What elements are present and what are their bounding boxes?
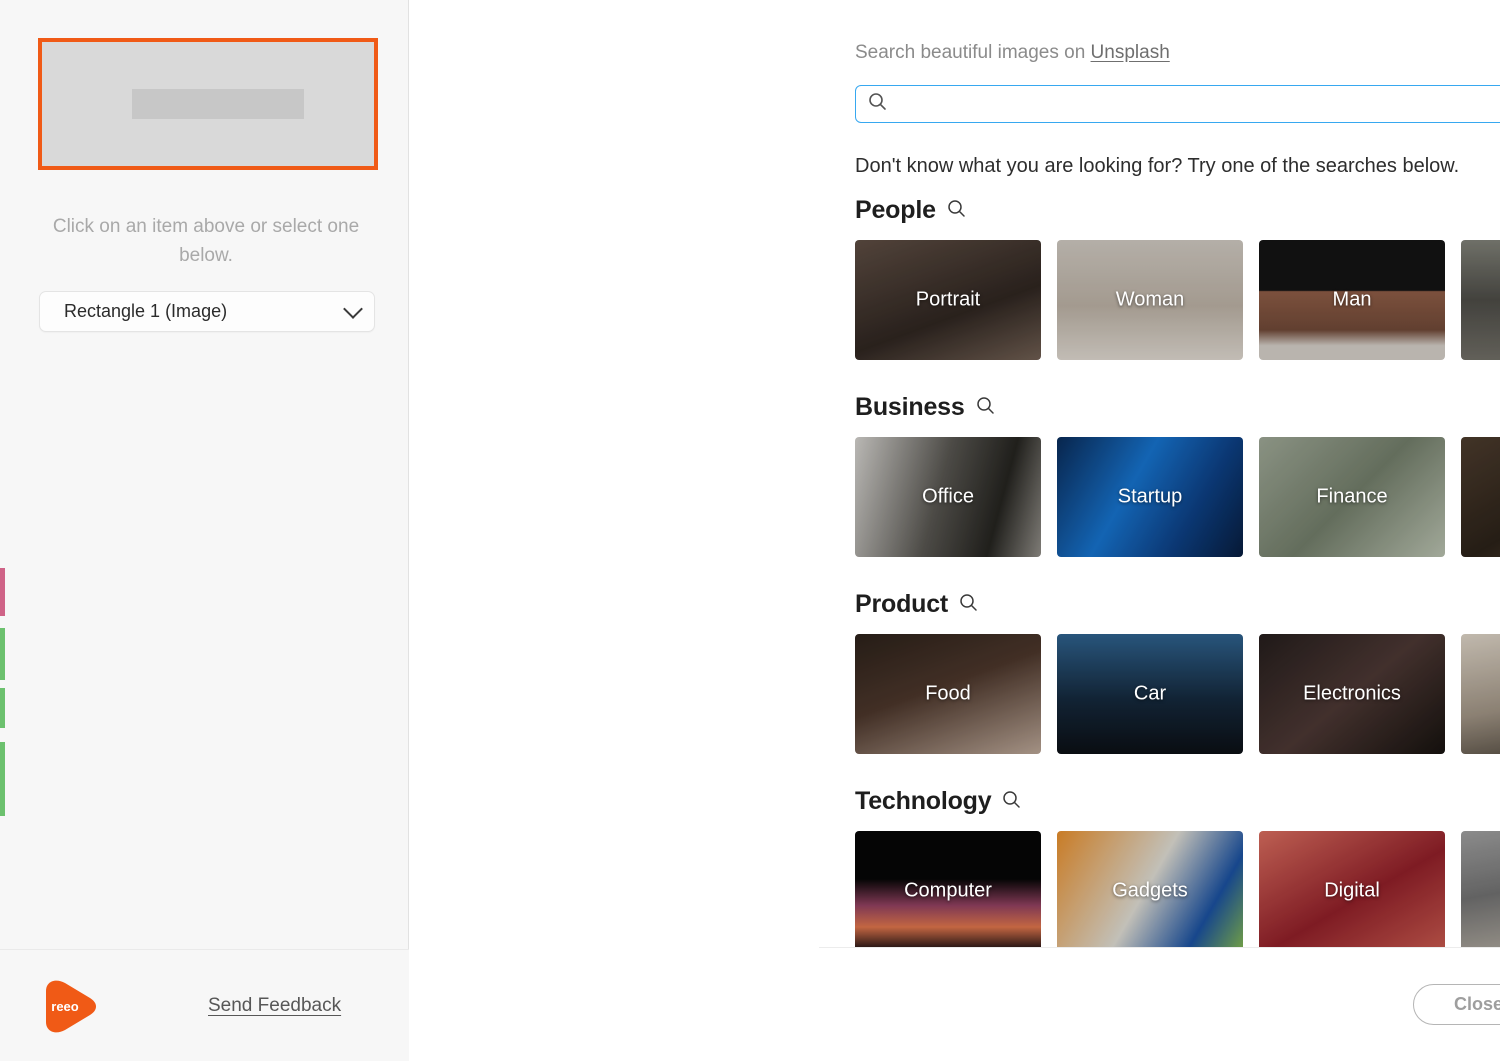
section-search-icon[interactable] <box>947 199 966 223</box>
selected-layer-preview[interactable] <box>38 38 378 170</box>
thumbnail-label: Portrait <box>855 289 1041 312</box>
category-thumbnail[interactable]: Car <box>1057 634 1243 754</box>
intro-prefix: Search beautiful images on <box>855 42 1091 63</box>
search-input[interactable] <box>896 94 1500 114</box>
canvas-edge-strip-green-1 <box>0 628 5 680</box>
category-thumbnail-row: FoodCarElectronicsClothingFun <box>855 634 1500 754</box>
category-thumbnail[interactable]: Man <box>1259 240 1445 360</box>
thumbnail-label: Woman <box>1057 289 1243 312</box>
dialog-footer: Close Shuffle Apply <box>819 947 1500 1061</box>
thumbnail-label: Office <box>855 486 1041 509</box>
search-field-wrapper[interactable] <box>855 85 1500 123</box>
thumbnail-label: Man <box>1259 289 1445 312</box>
category-thumbnail[interactable]: Food <box>855 634 1041 754</box>
search-icon <box>868 92 887 116</box>
thumbnail-label: Crowd <box>1461 289 1500 312</box>
category-thumbnail[interactable]: Woman <box>1057 240 1243 360</box>
thumbnail-label: Food <box>855 683 1041 706</box>
canvas-edge-strip-green-2 <box>0 688 5 728</box>
category-title: Technology <box>855 787 991 816</box>
chevron-down-icon <box>343 299 363 319</box>
layer-select-value: Rectangle 1 (Image) <box>64 301 346 322</box>
thumbnail-label: Finance <box>1259 486 1445 509</box>
send-feedback-link[interactable]: Send Feedback <box>208 995 341 1017</box>
thumbnail-label: Startup <box>1057 486 1243 509</box>
category-section: TechnologyComputerGadgetsDigitalAIGaming <box>855 787 1500 947</box>
category-scroll-area: PeoplePortraitWomanManCrowdKidsBusinessO… <box>819 196 1500 947</box>
category-section-header: People <box>855 196 1500 225</box>
sidebar-footer: reeo Send Feedback <box>0 949 409 1061</box>
thumbnail-label: Gadgets <box>1057 880 1243 903</box>
category-thumbnail[interactable]: Digital <box>1259 831 1445 947</box>
sections-container: PeoplePortraitWomanManCrowdKidsBusinessO… <box>819 196 1500 947</box>
category-thumbnail[interactable]: Office <box>855 437 1041 557</box>
canvas-edge-strip-pink <box>0 568 5 616</box>
category-thumbnail[interactable]: Computer <box>855 831 1041 947</box>
category-thumbnail[interactable]: Startup <box>1057 437 1243 557</box>
search-row: Search <box>855 84 1500 123</box>
category-thumbnail-row: PortraitWomanManCrowdKids <box>855 240 1500 360</box>
category-section: PeoplePortraitWomanManCrowdKids <box>855 196 1500 360</box>
category-section-header: Business <box>855 393 1500 422</box>
category-section-header: Technology <box>855 787 1500 816</box>
canvas-edge-strip-green-3 <box>0 742 5 816</box>
category-section: BusinessOfficeStartupFinanceMeetingSocia… <box>855 393 1500 557</box>
category-thumbnail[interactable]: Gadgets <box>1057 831 1243 947</box>
unsplash-link[interactable]: Unsplash <box>1091 42 1170 63</box>
preview-placeholder-shape <box>132 89 305 119</box>
category-thumbnail[interactable]: AI <box>1461 831 1500 947</box>
section-search-icon[interactable] <box>976 396 995 420</box>
section-search-icon[interactable] <box>959 593 978 617</box>
unsplash-image-picker-dialog: Click on an item above or select one bel… <box>0 0 1500 1061</box>
category-section-header: Product <box>855 590 1500 619</box>
sidebar: Click on an item above or select one bel… <box>0 0 409 1061</box>
category-title: Product <box>855 590 948 619</box>
intro-line: Search beautiful images on Unsplash <box>855 42 1170 64</box>
main-panel: Search beautiful images on Unsplash Sear… <box>409 0 1500 1061</box>
category-thumbnail[interactable]: Electronics <box>1259 634 1445 754</box>
thumbnail-label: AI <box>1461 880 1500 903</box>
close-button[interactable]: Close <box>1413 984 1500 1025</box>
category-thumbnail-row: OfficeStartupFinanceMeetingSocial Media <box>855 437 1500 557</box>
category-thumbnail-row: ComputerGadgetsDigitalAIGaming <box>855 831 1500 947</box>
category-thumbnail[interactable]: Crowd <box>1461 240 1500 360</box>
thumbnail-label: Electronics <box>1259 683 1445 706</box>
layer-select-dropdown[interactable]: Rectangle 1 (Image) <box>39 291 375 332</box>
category-thumbnail[interactable]: Clothing <box>1461 634 1500 754</box>
search-hint-text: Don't know what you are looking for? Try… <box>855 155 1459 178</box>
category-thumbnail[interactable]: Meeting <box>1461 437 1500 557</box>
category-thumbnail[interactable]: Portrait <box>855 240 1041 360</box>
category-section: ProductFoodCarElectronicsClothingFun <box>855 590 1500 754</box>
category-title: Business <box>855 393 965 422</box>
reeo-logo-text: reeo <box>51 999 79 1014</box>
thumbnail-label: Computer <box>855 880 1041 903</box>
thumbnail-label: Digital <box>1259 880 1445 903</box>
section-search-icon[interactable] <box>1002 790 1021 814</box>
category-thumbnail[interactable]: Finance <box>1259 437 1445 557</box>
thumbnail-label: Car <box>1057 683 1243 706</box>
thumbnail-label: Meeting <box>1461 486 1500 509</box>
category-title: People <box>855 196 936 225</box>
reeo-logo: reeo <box>38 979 98 1033</box>
thumbnail-label: Clothing <box>1461 683 1500 706</box>
sidebar-help-text: Click on an item above or select one bel… <box>30 212 382 270</box>
